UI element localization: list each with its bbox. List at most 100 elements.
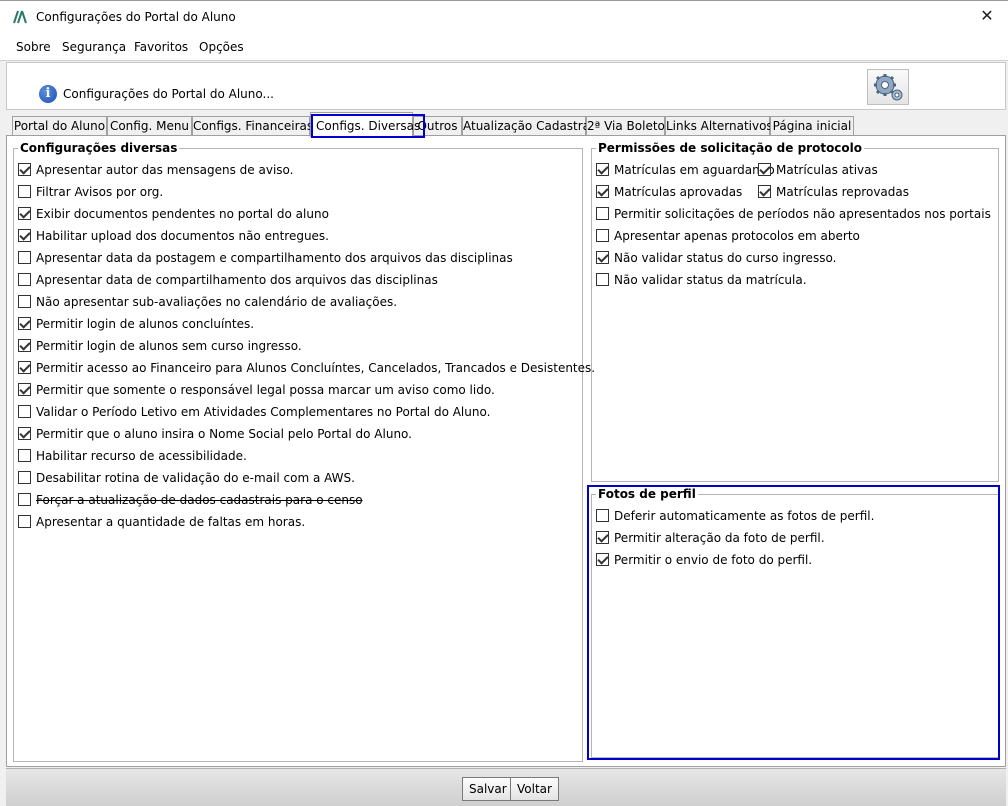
checkbox-unchecked[interactable] bbox=[18, 251, 31, 264]
checkbox-unchecked[interactable] bbox=[18, 273, 31, 286]
menu-favoritos[interactable]: Favoritos bbox=[134, 40, 188, 54]
menu-opcoes[interactable]: Opções bbox=[199, 40, 244, 54]
checkbox-row-nao-validar-status-da-matricula[interactable]: Não validar status da matrícula. bbox=[596, 273, 807, 289]
checkbox-row-permitir-acesso-ao-financeiro-para-alunos-conclu[interactable]: Permitir acesso ao Financeiro para Aluno… bbox=[18, 361, 595, 377]
checkbox-checked[interactable] bbox=[18, 383, 31, 396]
checkbox-unchecked[interactable] bbox=[596, 207, 609, 220]
back-button[interactable]: Voltar bbox=[510, 777, 559, 801]
checkbox-checked[interactable] bbox=[18, 427, 31, 440]
settings-button[interactable] bbox=[867, 69, 909, 105]
tab-pagina-inicial[interactable]: Página inicial bbox=[770, 116, 854, 136]
tab-label: 2ª Via Boleto bbox=[587, 119, 665, 133]
checkbox-label: Não apresentar sub-avaliações no calendá… bbox=[36, 295, 398, 309]
tab-2-via-boleto[interactable]: 2ª Via Boleto bbox=[586, 116, 665, 136]
menu-seguranca[interactable]: Segurança bbox=[62, 40, 126, 54]
checkbox-row-apresentar-data-da-postagem-e-compartilhamento-d[interactable]: Apresentar data da postagem e compartilh… bbox=[18, 251, 513, 267]
checkbox-row-matriculas-ativas[interactable]: Matrículas ativas bbox=[758, 163, 878, 179]
tab-label: Configs. Diversas bbox=[311, 114, 426, 138]
checkbox-label: Apresentar autor das mensagens de aviso. bbox=[36, 163, 294, 177]
checkbox-row-deferir-automaticamente-as-fotos-de-perfil[interactable]: Deferir automaticamente as fotos de perf… bbox=[596, 509, 874, 525]
checkbox-checked[interactable] bbox=[758, 185, 771, 198]
checkbox-unchecked[interactable] bbox=[18, 493, 31, 506]
checkbox-label: Filtrar Avisos por org. bbox=[36, 185, 164, 199]
checkbox-row-permitir-alteracao-da-foto-de-perfil[interactable]: Permitir alteração da foto de perfil. bbox=[596, 531, 825, 547]
checkbox-checked[interactable] bbox=[596, 163, 609, 176]
checkbox-unchecked[interactable] bbox=[596, 229, 609, 242]
tab-label: Portal do Aluno bbox=[13, 119, 106, 133]
checkbox-checked[interactable] bbox=[596, 553, 609, 566]
checkbox-checked[interactable] bbox=[18, 317, 31, 330]
title-bar: Configurações do Portal do Aluno ✕ bbox=[0, 0, 1008, 33]
header-title: Configurações do Portal do Aluno... bbox=[63, 87, 274, 101]
checkbox-checked[interactable] bbox=[18, 229, 31, 242]
tab-portal-do-aluno[interactable]: Portal do Aluno bbox=[12, 116, 107, 136]
checkbox-label: Forçar a atualização de dados cadastrais… bbox=[36, 493, 363, 507]
checkbox-unchecked[interactable] bbox=[596, 509, 609, 522]
checkbox-unchecked[interactable] bbox=[18, 471, 31, 484]
checkbox-row-apresentar-a-quantidade-de-faltas-em-horas[interactable]: Apresentar a quantidade de faltas em hor… bbox=[18, 515, 305, 531]
app-logo-icon bbox=[13, 10, 27, 24]
info-icon: i bbox=[39, 85, 57, 103]
tab-label: Links Alternativos bbox=[666, 119, 773, 133]
checkbox-label: Validar o Período Letivo em Atividades C… bbox=[36, 405, 491, 419]
close-icon[interactable]: ✕ bbox=[966, 1, 1008, 33]
checkbox-checked[interactable] bbox=[596, 185, 609, 198]
checkbox-row-permitir-login-de-alunos-sem-curso-ingresso[interactable]: Permitir login de alunos sem curso ingre… bbox=[18, 339, 302, 355]
tab-atualizacao-cadastral[interactable]: Atualização Cadastral bbox=[462, 116, 593, 136]
checkbox-row-forcar-a-atualizacao-de-dados-cadastrais-para-o-[interactable]: Forçar a atualização de dados cadastrais… bbox=[18, 493, 363, 509]
checkbox-label: Permitir login de alunos sem curso ingre… bbox=[36, 339, 302, 353]
checkbox-row-nao-apresentar-sub-avaliacoes-no-calendario-de-a[interactable]: Não apresentar sub-avaliações no calendá… bbox=[18, 295, 397, 311]
checkbox-row-exibir-documentos-pendentes-no-portal-do-aluno[interactable]: Exibir documentos pendentes no portal do… bbox=[18, 207, 329, 223]
tab-strip: Portal do Aluno Config. Menu Configs. Fi… bbox=[6, 112, 1006, 138]
checkbox-label: Deferir automaticamente as fotos de perf… bbox=[614, 509, 875, 523]
checkbox-label: Não validar status da matrícula. bbox=[614, 273, 807, 287]
checkbox-label: Apresentar apenas protocolos em aberto bbox=[614, 229, 860, 243]
checkbox-row-apresentar-data-de-compartilhamento-dos-arquivos[interactable]: Apresentar data de compartilhamento dos … bbox=[18, 273, 438, 289]
checkbox-row-matriculas-em-aguardando[interactable]: Matrículas em aguardando bbox=[596, 163, 775, 179]
checkbox-unchecked[interactable] bbox=[18, 405, 31, 418]
checkbox-unchecked[interactable] bbox=[18, 295, 31, 308]
save-button[interactable]: Salvar bbox=[462, 777, 514, 801]
checkbox-row-apresentar-autor-das-mensagens-de-aviso[interactable]: Apresentar autor das mensagens de aviso. bbox=[18, 163, 293, 179]
checkbox-row-filtrar-avisos-por-org[interactable]: Filtrar Avisos por org. bbox=[18, 185, 163, 201]
checkbox-row-nao-validar-status-do-curso-ingresso[interactable]: Não validar status do curso ingresso. bbox=[596, 251, 836, 267]
menu-sobre[interactable]: Sobre bbox=[16, 40, 51, 54]
checkbox-row-permitir-o-envio-de-foto-do-perfil[interactable]: Permitir o envio de foto do perfil. bbox=[596, 553, 812, 569]
checkbox-unchecked[interactable] bbox=[18, 185, 31, 198]
checkbox-label: Permitir login de alunos concluíntes. bbox=[36, 317, 255, 331]
checkbox-label: Matrículas em aguardando bbox=[614, 163, 775, 177]
tab-label: Página inicial bbox=[772, 119, 852, 133]
checkbox-unchecked[interactable] bbox=[18, 449, 31, 462]
tab-config-menu[interactable]: Config. Menu bbox=[107, 116, 192, 136]
group-permissoes-protocolo: Permissões de solicitação de protocolo M… bbox=[591, 141, 999, 482]
group-title: Fotos de perfil bbox=[596, 487, 698, 501]
checkbox-row-matriculas-aprovadas[interactable]: Matrículas aprovadas bbox=[596, 185, 742, 201]
checkbox-row-permitir-solicitacoes-de-periodos-nao-apresentad[interactable]: Permitir solicitações de períodos não ap… bbox=[596, 207, 991, 223]
checkbox-unchecked[interactable] bbox=[596, 273, 609, 286]
checkbox-unchecked[interactable] bbox=[18, 515, 31, 528]
main-window: Configurações do Portal do Aluno ✕ Sobre… bbox=[0, 0, 1008, 806]
checkbox-row-apresentar-apenas-protocolos-em-aberto[interactable]: Apresentar apenas protocolos em aberto bbox=[596, 229, 860, 245]
gear-icon bbox=[874, 74, 903, 101]
checkbox-row-permitir-que-somente-o-responsavel-legal-possa-m[interactable]: Permitir que somente o responsável legal… bbox=[18, 383, 495, 399]
checkbox-row-permitir-que-o-aluno-insira-o-nome-social-pelo-p[interactable]: Permitir que o aluno insira o Nome Socia… bbox=[18, 427, 412, 443]
tab-links-alternativos[interactable]: Links Alternativos bbox=[665, 116, 773, 136]
checkbox-checked[interactable] bbox=[758, 163, 771, 176]
group-fotos-de-perfil: Fotos de perfil Deferir automaticamente … bbox=[591, 487, 999, 758]
checkbox-row-permitir-login-de-alunos-concluintes[interactable]: Permitir login de alunos concluíntes. bbox=[18, 317, 254, 333]
checkbox-row-matriculas-reprovadas[interactable]: Matrículas reprovadas bbox=[758, 185, 909, 201]
checkbox-checked[interactable] bbox=[596, 251, 609, 264]
checkbox-row-habilitar-upload-dos-documentos-nao-entregues[interactable]: Habilitar upload dos documentos não entr… bbox=[18, 229, 329, 245]
checkbox-checked[interactable] bbox=[18, 207, 31, 220]
checkbox-checked[interactable] bbox=[596, 531, 609, 544]
checkbox-checked[interactable] bbox=[18, 163, 31, 176]
tab-configs-diversas[interactable]: Configs. Diversas bbox=[310, 112, 426, 138]
tab-configs-financeiras[interactable]: Configs. Financeiras bbox=[192, 116, 313, 136]
checkbox-row-desabilitar-rotina-de-validacao-do-e-mail-com-a-[interactable]: Desabilitar rotina de validação do e-mai… bbox=[18, 471, 355, 487]
checkbox-row-validar-o-periodo-letivo-em-atividades-complemen[interactable]: Validar o Período Letivo em Atividades C… bbox=[18, 405, 490, 421]
checkbox-checked[interactable] bbox=[18, 339, 31, 352]
checkbox-row-habilitar-recurso-de-acessibilidade[interactable]: Habilitar recurso de acessibilidade. bbox=[18, 449, 247, 465]
checkbox-label: Permitir o envio de foto do perfil. bbox=[614, 553, 813, 567]
checkbox-checked[interactable] bbox=[18, 361, 31, 374]
menu-bar: Sobre Segurança Favoritos Opções bbox=[0, 33, 1008, 61]
